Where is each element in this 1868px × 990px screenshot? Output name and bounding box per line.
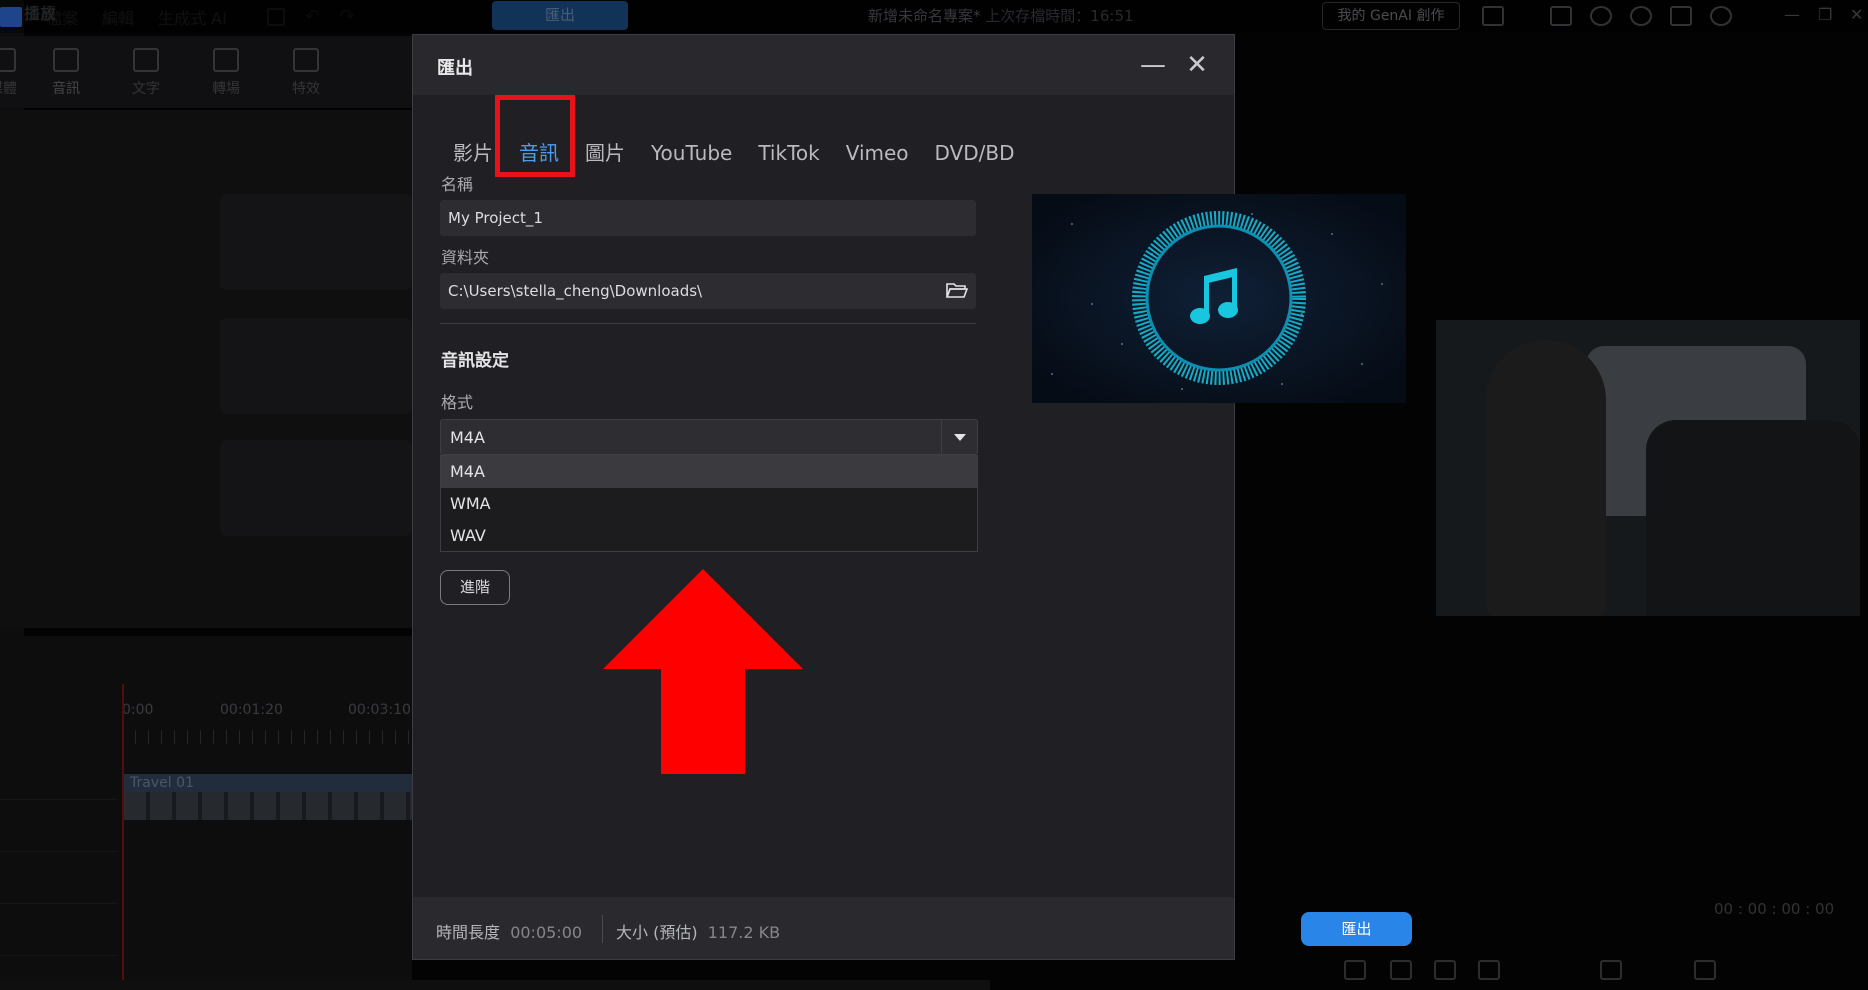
name-input[interactable]: My Project_1 — [440, 200, 976, 236]
tab-vimeo[interactable]: Vimeo — [846, 139, 909, 179]
dialog-title: 匯出 — [437, 58, 473, 79]
annotation-arrow-up — [603, 569, 803, 774]
export-dialog: 匯出 — ✕ 影片 音訊 圖片 YouTube TikTok Vimeo DVD… — [412, 34, 1412, 960]
close-icon[interactable]: ✕ — [1179, 47, 1215, 83]
duration-value: 00:05:00 — [510, 923, 583, 942]
tab-dvd-bd[interactable]: DVD/BD — [935, 139, 1015, 179]
format-option-wma[interactable]: WMA — [441, 488, 977, 520]
format-dropdown-toggle[interactable] — [941, 420, 977, 454]
size-label: 大小 (預估) — [616, 923, 698, 942]
format-option-m4a[interactable]: M4A — [441, 456, 977, 488]
app-window: 檔案 編輯 生成式 AI 工具 檢視 播放 ↶ ↷ 匯出 新增未命名專案* 上次… — [0, 0, 1868, 990]
format-selected-value: M4A — [450, 428, 485, 447]
format-label: 格式 — [441, 393, 474, 412]
footer-divider — [602, 915, 603, 943]
tab-tiktok[interactable]: TikTok — [758, 139, 819, 179]
export-button[interactable]: 匯出 — [1301, 912, 1412, 946]
dialog-header: 匯出 — ✕ — [413, 35, 1234, 95]
format-select[interactable]: M4A — [440, 419, 978, 455]
folder-label: 資料夾 — [441, 248, 490, 267]
annotation-highlight-box — [495, 95, 575, 177]
folder-path: C:\Users\stella_cheng\Downloads\ — [448, 282, 703, 300]
minimize-icon[interactable]: — — [1135, 47, 1171, 83]
tab-image[interactable]: 圖片 — [585, 139, 625, 179]
chevron-down-icon — [954, 434, 966, 441]
audio-settings-title: 音訊設定 — [441, 351, 509, 371]
estimated-size: 大小 (預估) 117.2 KB — [616, 919, 780, 943]
format-options-list: M4A WMA WAV — [440, 455, 978, 552]
tab-youtube[interactable]: YouTube — [651, 139, 732, 179]
section-divider — [440, 323, 976, 324]
duration: 時間長度 00:05:00 — [436, 919, 582, 943]
name-label: 名稱 — [441, 175, 474, 194]
dialog-footer: 時間長度 00:05:00 大小 (預估) 117.2 KB 匯出 — [413, 897, 1412, 959]
advanced-button[interactable]: 進階 — [440, 570, 510, 605]
audio-preview-thumbnail — [1032, 194, 1406, 403]
duration-label: 時間長度 — [436, 923, 501, 942]
audio-visualizer-image — [1032, 194, 1406, 403]
folder-input[interactable]: C:\Users\stella_cheng\Downloads\ — [440, 273, 976, 309]
size-value: 117.2 KB — [707, 923, 781, 942]
folder-open-icon[interactable] — [946, 281, 968, 299]
format-option-wav[interactable]: WAV — [441, 520, 977, 552]
